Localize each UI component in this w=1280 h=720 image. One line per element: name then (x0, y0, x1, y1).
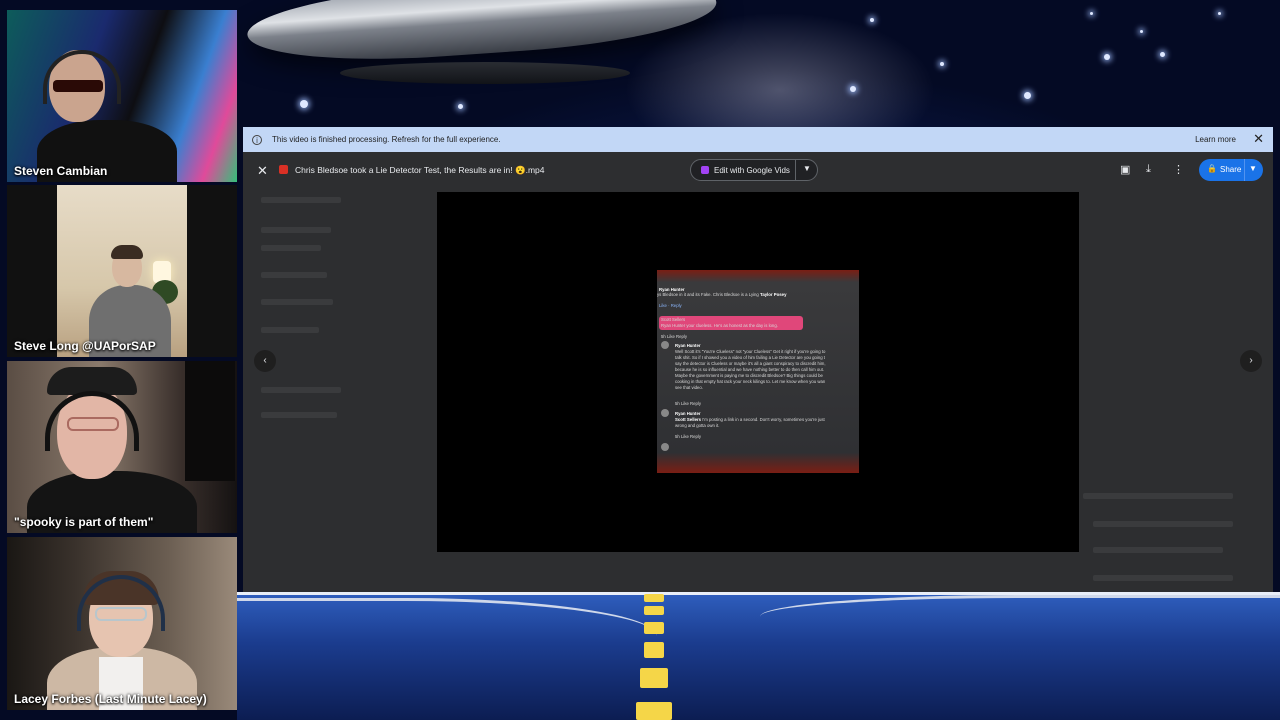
add-comment-icon[interactable]: ▣ (1120, 163, 1130, 176)
chevron-left-icon[interactable]: ‹ (254, 350, 276, 372)
avatar (661, 443, 669, 451)
comment-text: Well Scott it's "You're Clueless" not "y… (675, 349, 826, 354)
ufo-rim (340, 62, 630, 84)
chevron-down-icon[interactable]: ▼ (803, 164, 811, 173)
star (1104, 54, 1110, 60)
background-list (261, 197, 341, 203)
background-list (261, 299, 333, 305)
banner-message: This video is finished processing. Refre… (272, 135, 501, 144)
comment-text: see that video. (675, 385, 703, 390)
background-list (1093, 547, 1223, 553)
comment-actions: 5h Like Reply (675, 434, 702, 439)
hair (111, 245, 143, 259)
info-icon: i (252, 134, 262, 145)
star (458, 104, 463, 109)
road-edge-right (760, 595, 1280, 638)
participant-name: "spooky is part of them" (14, 515, 154, 529)
road-dash (644, 606, 664, 615)
star (870, 18, 874, 22)
share-button-label: Share (1220, 165, 1242, 174)
participant-tile[interactable]: Lacey Forbes (Last Minute Lacey) (7, 537, 237, 710)
comment-author: Ryan Hunter (675, 343, 701, 348)
comment-actions: 5h Like Reply (675, 401, 702, 406)
background-list (1093, 521, 1233, 527)
background-list (261, 412, 337, 418)
background-list (1093, 575, 1233, 581)
participant-tile[interactable]: Steve Long @UAPorSAP (7, 185, 237, 357)
video-player[interactable]: Ryan Hunter ys Bledsoe in it and its Fak… (437, 192, 1079, 552)
close-icon[interactable]: ✕ (257, 163, 268, 179)
road-dash (644, 594, 664, 602)
file-video-icon (279, 165, 288, 174)
comment-text: Maybe the government is paying me to dis… (675, 373, 823, 378)
comment-text: wrong and gotta own it. (675, 423, 720, 428)
comment-author: Ryan Hunter (675, 411, 701, 416)
comment-text: say the detector is Clueless or maybe it… (675, 361, 826, 366)
video-frame: Ryan Hunter ys Bledsoe in it and its Fak… (657, 270, 859, 473)
background-list (261, 245, 321, 251)
road-dash (644, 622, 664, 634)
star (1090, 12, 1093, 15)
comment-actions: 5h Like Reply (661, 334, 688, 339)
participant-name: Steven Cambian (14, 164, 108, 178)
comment-actions: Like · Reply (659, 303, 682, 308)
vids-icon (701, 166, 709, 174)
share-button[interactable]: 🔒 Share ▼ (1199, 159, 1263, 181)
drive-video-viewer: i This video is finished processing. Ref… (243, 127, 1273, 592)
comment-text: Scott Sellers I'm posting a link in a se… (675, 417, 825, 422)
divider (795, 160, 796, 180)
star (850, 86, 856, 92)
participant-name: Steve Long @UAPorSAP (14, 339, 156, 353)
background-list (261, 387, 341, 393)
viewer-toolbar: ✕ Chris Bledsoe took a Lie Detector Test… (243, 157, 1273, 183)
learn-more-link[interactable]: Learn more (1195, 135, 1236, 144)
participant-tile[interactable]: Steven Cambian (7, 10, 237, 182)
road-dash (640, 668, 668, 688)
participant-name: Lacey Forbes (Last Minute Lacey) (14, 692, 207, 706)
star (1218, 12, 1221, 15)
star (1160, 52, 1165, 57)
lock-icon: 🔒 (1207, 164, 1217, 173)
chevron-right-icon[interactable]: › (1240, 350, 1262, 372)
door (185, 361, 235, 481)
divider (1244, 159, 1245, 181)
edit-with-vids-button[interactable]: Edit with Google Vids ▼ (690, 159, 818, 181)
background-list (261, 272, 327, 278)
background-list (261, 227, 331, 233)
participant-tile[interactable]: "spooky is part of them" (7, 361, 237, 533)
comment-text: because he is so influential and we have… (675, 367, 825, 372)
star (300, 100, 308, 108)
chevron-down-icon[interactable]: ▼ (1249, 164, 1257, 173)
comment-author: Scott Sellers (661, 317, 686, 322)
star (1024, 92, 1031, 99)
road-dash (636, 702, 672, 720)
background-list (261, 327, 319, 333)
avatar (661, 409, 669, 417)
comment-text: ys Bledsoe in it and its Fake. Chris Ble… (657, 292, 787, 297)
comment-text: Ryan Hunter your clueless. He's as hones… (661, 323, 778, 328)
comment-text: cooking in that empty hat rack your neck… (675, 379, 826, 384)
processing-banner: i This video is finished processing. Ref… (243, 127, 1273, 152)
download-icon[interactable]: ⤓ (1146, 163, 1151, 176)
more-vert-icon[interactable]: ⋮ (1173, 163, 1184, 176)
avatar (661, 341, 669, 349)
star (940, 62, 944, 66)
star (1140, 30, 1143, 33)
road-dash (644, 642, 664, 658)
background-list (1083, 493, 1233, 499)
edit-button-label: Edit with Google Vids (714, 166, 790, 175)
comment-text: talk shit. So if I showed you a video of… (675, 355, 825, 360)
file-title: Chris Bledsoe took a Lie Detector Test, … (295, 165, 545, 175)
close-icon[interactable]: ✕ (1253, 131, 1264, 147)
